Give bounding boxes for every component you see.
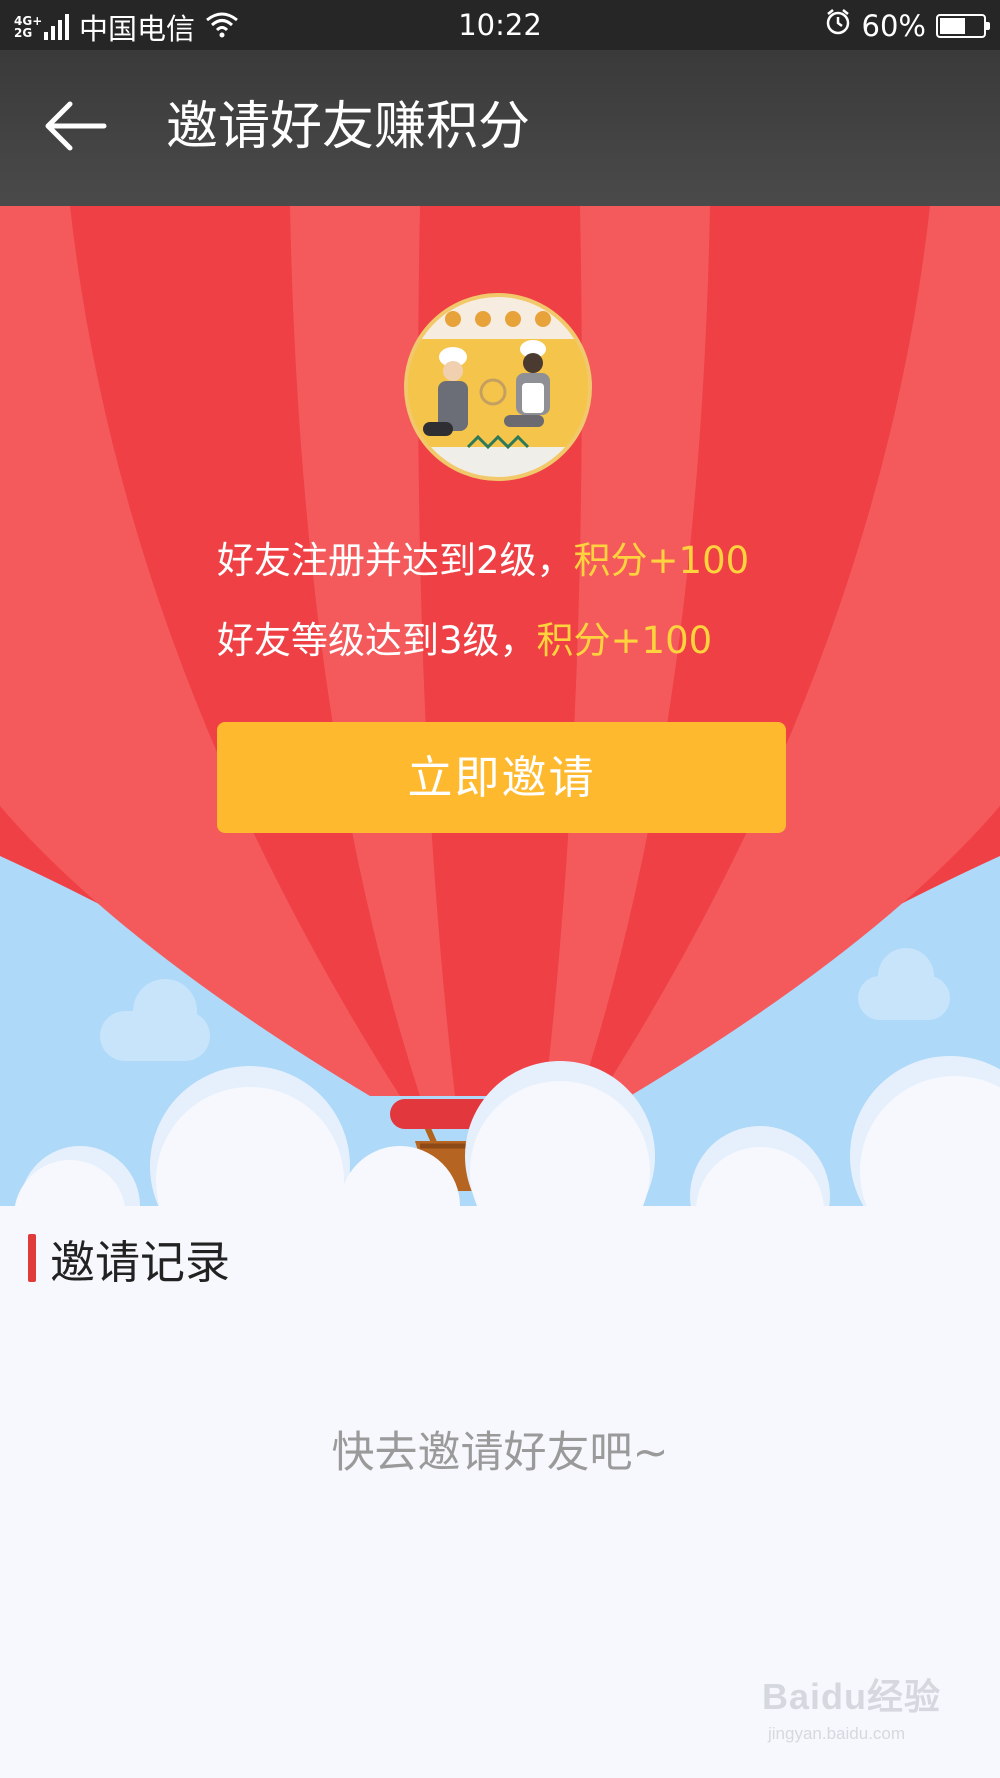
watermark-logo: Baidu经验 [762, 1676, 942, 1717]
page-title: 邀请好友赚积分 [166, 97, 531, 157]
status-right: 60% [824, 8, 990, 43]
records-section-title: 邀请记录 [28, 1230, 230, 1289]
baidu-watermark: Baidu经验 jingyan.baidu.com [762, 1668, 982, 1764]
battery-percent: 60% [861, 8, 926, 43]
reward-rule-2: 好友等级达到3级，积分+100 [217, 610, 712, 664]
rule-1-text: 好友注册并达到2级， [217, 539, 574, 582]
rule-1-reward: 积分+100 [573, 539, 750, 582]
invite-now-button[interactable]: 立即邀请 [217, 722, 786, 833]
status-bar: 4G+ 2G 中国电信 10:22 60% [0, 0, 1000, 50]
reward-rule-1: 好友注册并达到2级，积分+100 [217, 530, 749, 584]
records-title: 邀请记录 [50, 1235, 231, 1289]
battery-level [940, 17, 965, 34]
avatar [404, 293, 592, 481]
rule-2-text: 好友等级达到3级， [217, 619, 537, 662]
app-bar: 邀请好友赚积分 [0, 50, 1000, 206]
battery-icon [936, 13, 990, 38]
back-button[interactable] [40, 96, 110, 156]
watermark-url: jingyan.baidu.com [768, 1724, 906, 1743]
alarm-icon [824, 8, 852, 43]
empty-records-message: 快去邀请好友吧~ [331, 1428, 669, 1478]
arrow-left-icon [45, 101, 107, 151]
section-accent-bar [28, 1234, 36, 1282]
rule-2-reward: 积分+100 [536, 619, 713, 662]
